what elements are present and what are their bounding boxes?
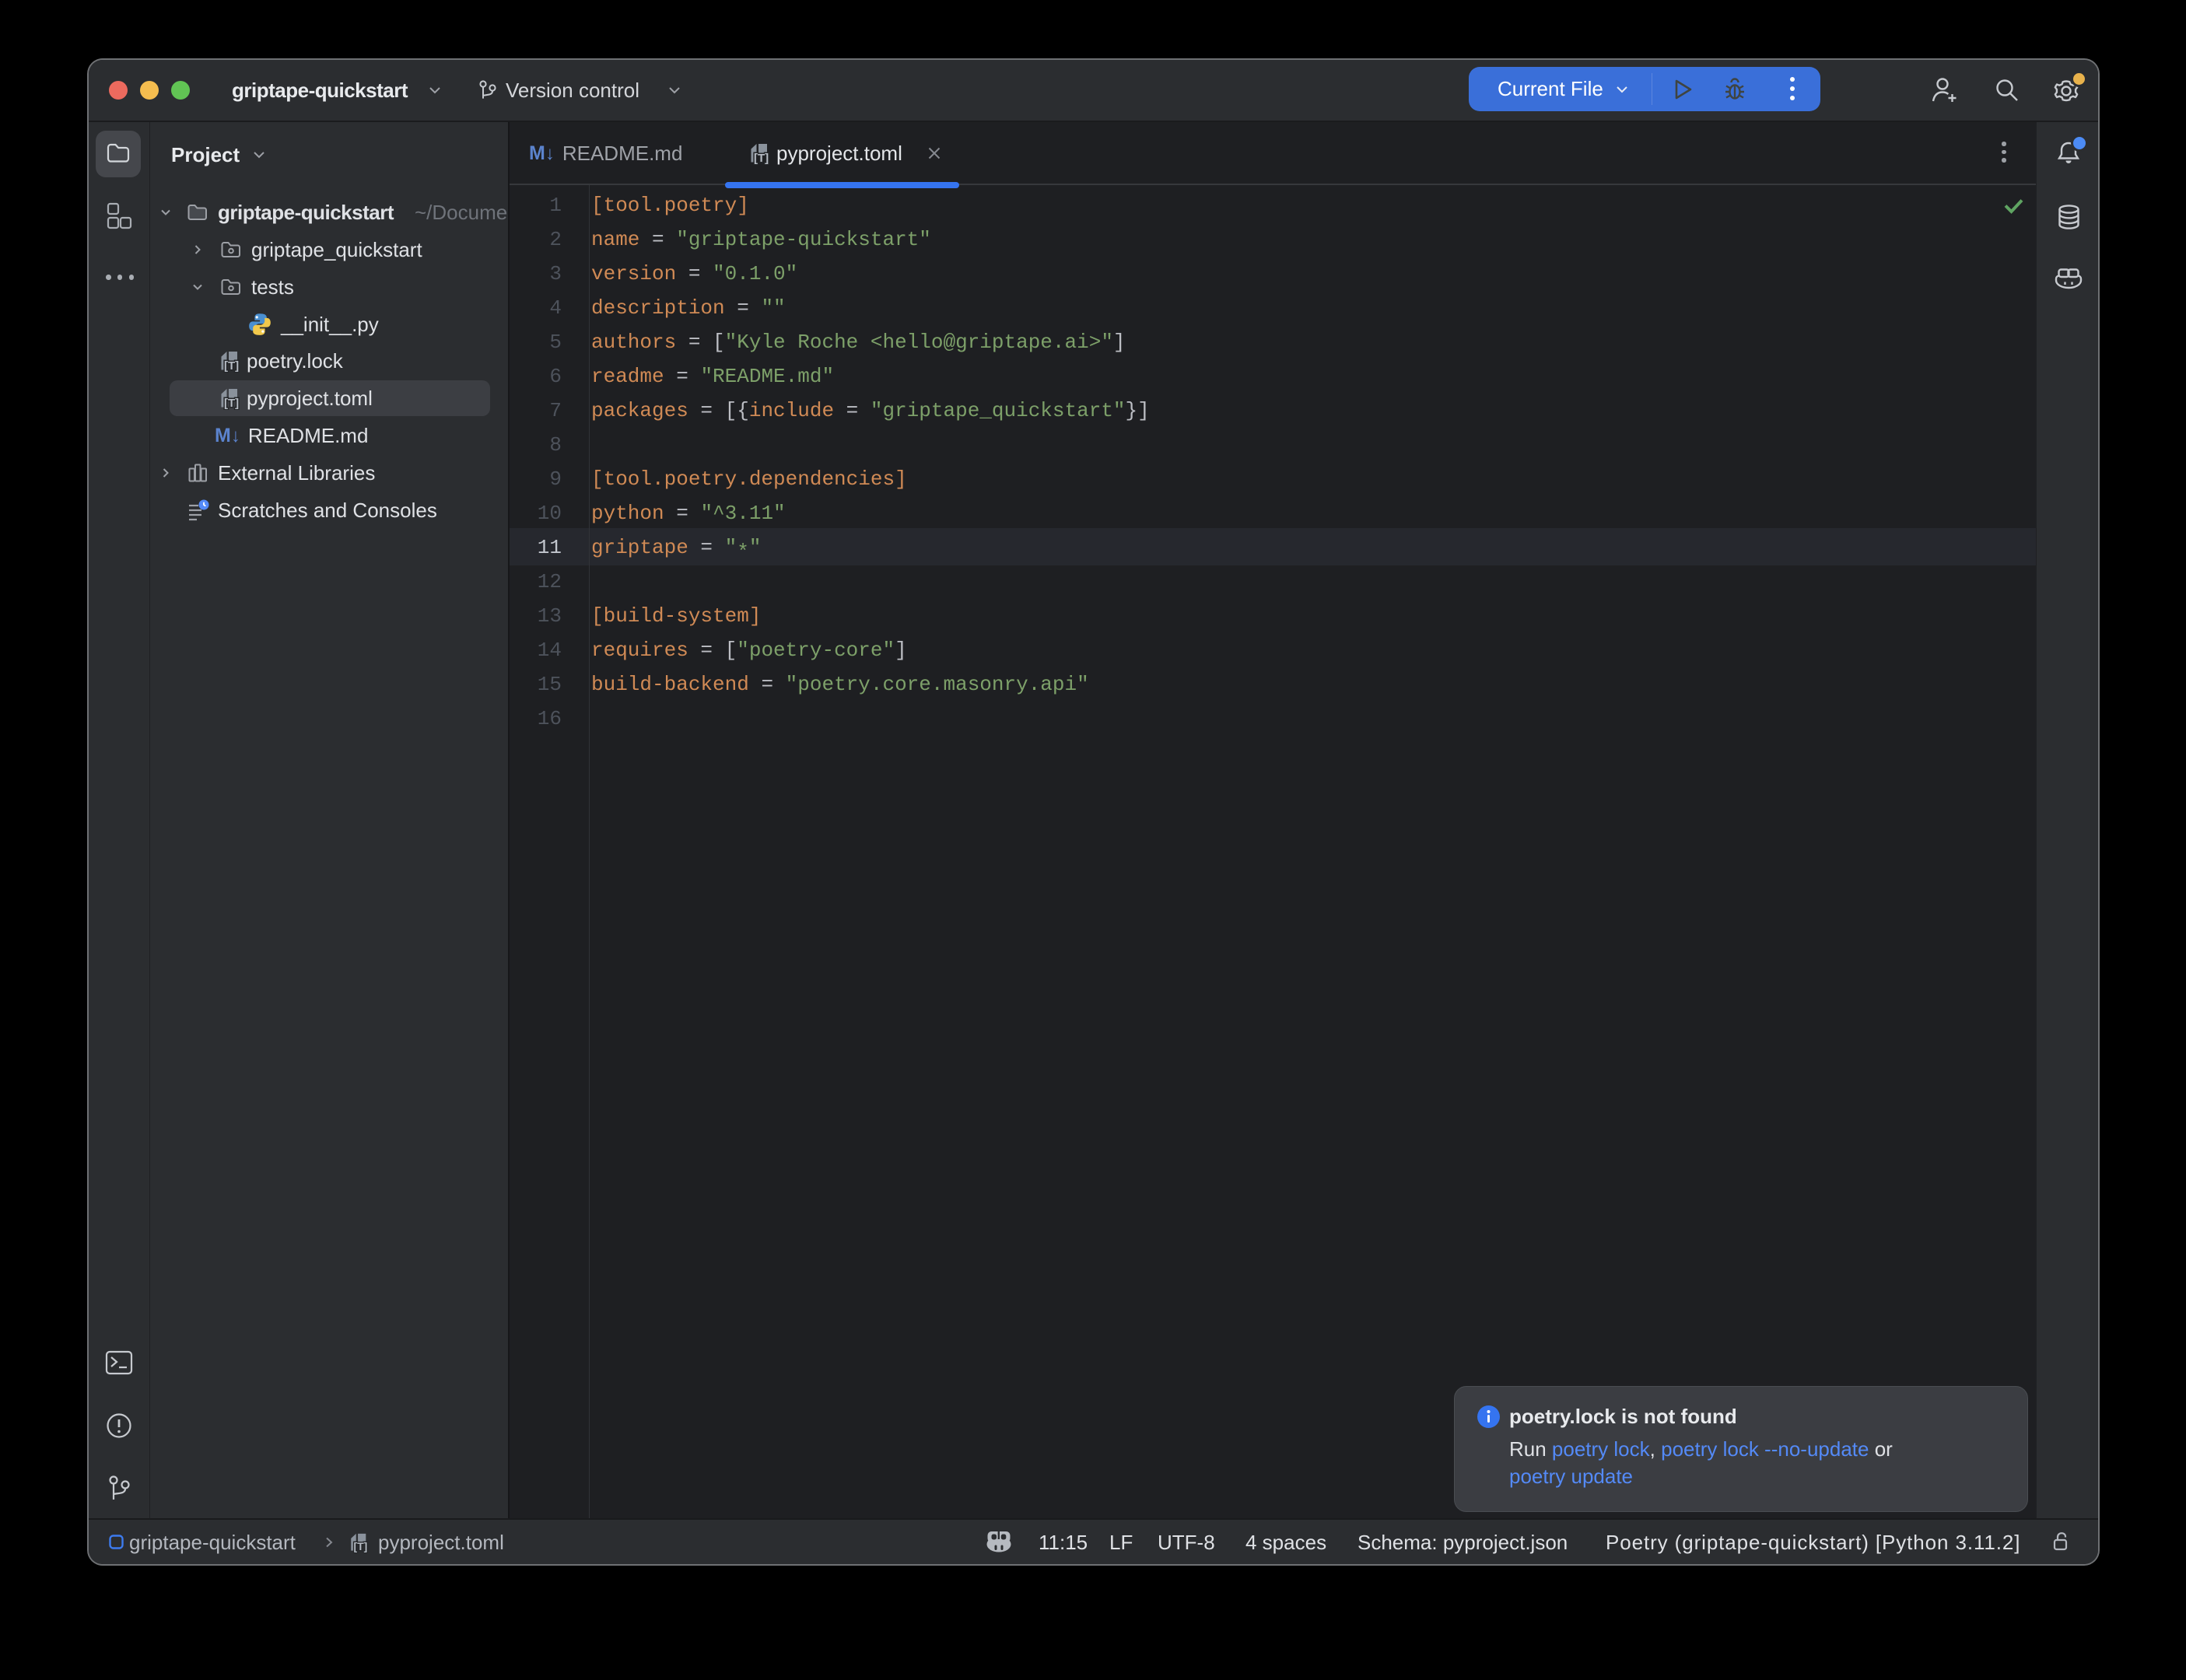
svg-text:[T]: [T] [354,1540,368,1552]
svg-text:[T]: [T] [224,397,239,410]
svg-text:[T]: [T] [754,152,769,165]
svg-text:[T]: [T] [224,359,239,373]
